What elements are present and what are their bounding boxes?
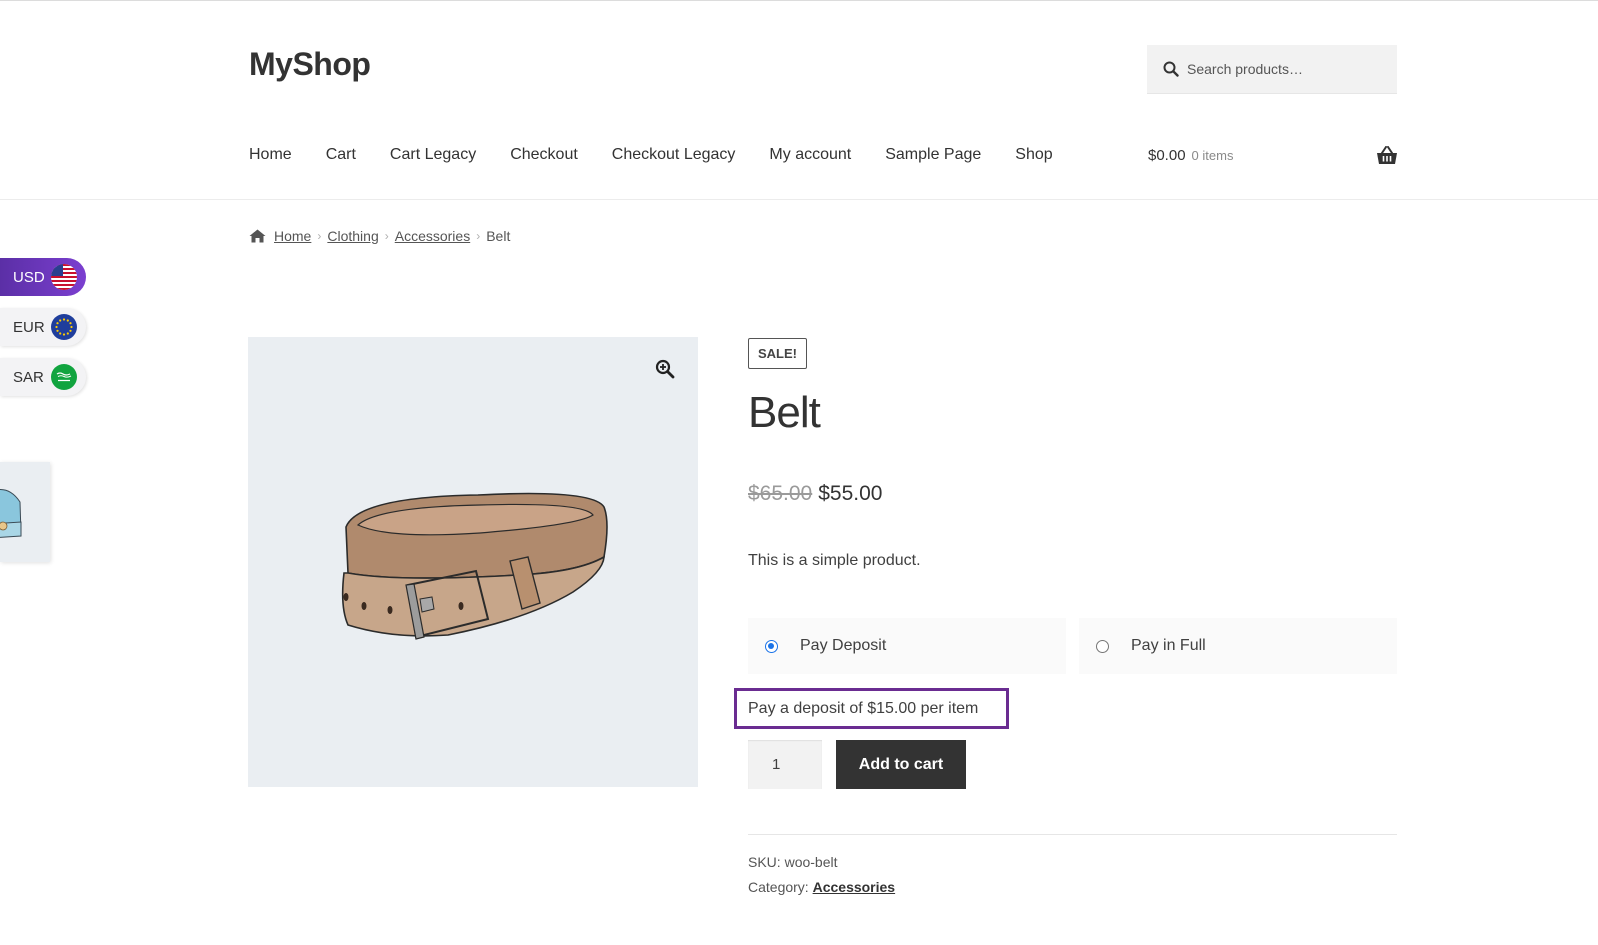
product-category: Category: Accessories: [748, 879, 895, 895]
home-icon: [249, 229, 266, 243]
pay-full-radio[interactable]: [1096, 639, 1109, 653]
nav-item-cart[interactable]: Cart: [326, 146, 356, 164]
category-label: Category:: [748, 879, 809, 895]
currency-option-sar[interactable]: SAR: [0, 358, 86, 396]
beanie-thumbnail-image: [0, 489, 22, 538]
us-flag-icon: [51, 264, 77, 290]
belt-illustration: [341, 492, 608, 640]
quantity-input[interactable]: [748, 740, 822, 789]
nav-item-checkout[interactable]: Checkout: [510, 146, 578, 164]
product-title: Belt: [748, 388, 821, 437]
zoom-in-icon[interactable]: [655, 359, 675, 379]
price-sale: $55.00: [818, 482, 883, 505]
breadcrumb-link-clothing[interactable]: Clothing: [327, 228, 378, 244]
breadcrumb-separator: ›: [384, 229, 389, 243]
search-icon: [1163, 61, 1179, 77]
product-meta-divider: [748, 834, 1397, 835]
product-image[interactable]: [248, 337, 698, 787]
cart-item-count: 0 items: [1191, 148, 1234, 163]
nav-item-checkout-legacy[interactable]: Checkout Legacy: [612, 146, 736, 164]
basket-icon[interactable]: [1376, 146, 1398, 166]
nav-item-cart-legacy[interactable]: Cart Legacy: [390, 146, 476, 164]
breadcrumb-link-accessories[interactable]: Accessories: [395, 228, 470, 244]
breadcrumb-separator: ›: [476, 229, 481, 243]
cart-total-amount: $0.00: [1148, 147, 1186, 164]
site-title[interactable]: MyShop: [249, 46, 371, 83]
eu-flag-icon: [51, 314, 77, 340]
search-input[interactable]: [1187, 61, 1387, 77]
breadcrumb: Home › Clothing › Accessories › Belt: [249, 228, 510, 244]
product-sku: SKU: woo-belt: [748, 854, 838, 870]
nav-item-shop[interactable]: Shop: [1015, 146, 1052, 164]
nav-item-sample-page[interactable]: Sample Page: [885, 146, 981, 164]
nav-item-my-account[interactable]: My account: [769, 146, 851, 164]
search-box[interactable]: [1147, 45, 1397, 94]
sa-flag-icon: [51, 364, 77, 390]
deposit-amount-note: Pay a deposit of $15.00 per item: [734, 688, 1009, 729]
primary-navigation: Home Cart Cart Legacy Checkout Checkout …: [249, 146, 1087, 164]
currency-option-eur[interactable]: EUR: [0, 308, 86, 346]
top-border: [0, 0, 1598, 1]
category-link-accessories[interactable]: Accessories: [813, 879, 896, 895]
currency-option-usd[interactable]: USD: [0, 258, 86, 296]
product-price: $65.00 $55.00: [748, 482, 882, 506]
nav-item-home[interactable]: Home: [249, 146, 292, 164]
sku-label: SKU:: [748, 854, 781, 870]
header-cart[interactable]: $0.00 0 items: [1148, 147, 1233, 164]
currency-code: EUR: [13, 318, 45, 336]
price-regular: $65.00: [748, 482, 813, 505]
add-to-cart-button[interactable]: Add to cart: [836, 740, 966, 789]
pay-full-option[interactable]: Pay in Full: [1079, 618, 1397, 674]
sku-value: woo-belt: [784, 854, 838, 870]
floating-product-thumbnail[interactable]: [0, 462, 50, 562]
pay-deposit-label: Pay Deposit: [800, 637, 887, 654]
pay-deposit-option[interactable]: Pay Deposit: [748, 618, 1066, 674]
sale-badge: SALE!: [748, 338, 807, 369]
breadcrumb-current: Belt: [486, 228, 511, 244]
product-short-description: This is a simple product.: [748, 552, 921, 569]
header-divider: [0, 199, 1598, 200]
currency-code: USD: [13, 268, 45, 286]
breadcrumb-separator: ›: [317, 229, 322, 243]
pay-full-label: Pay in Full: [1131, 637, 1206, 654]
breadcrumb-link-home[interactable]: Home: [274, 228, 311, 244]
currency-code: SAR: [13, 368, 44, 386]
pay-deposit-radio[interactable]: [765, 639, 778, 653]
